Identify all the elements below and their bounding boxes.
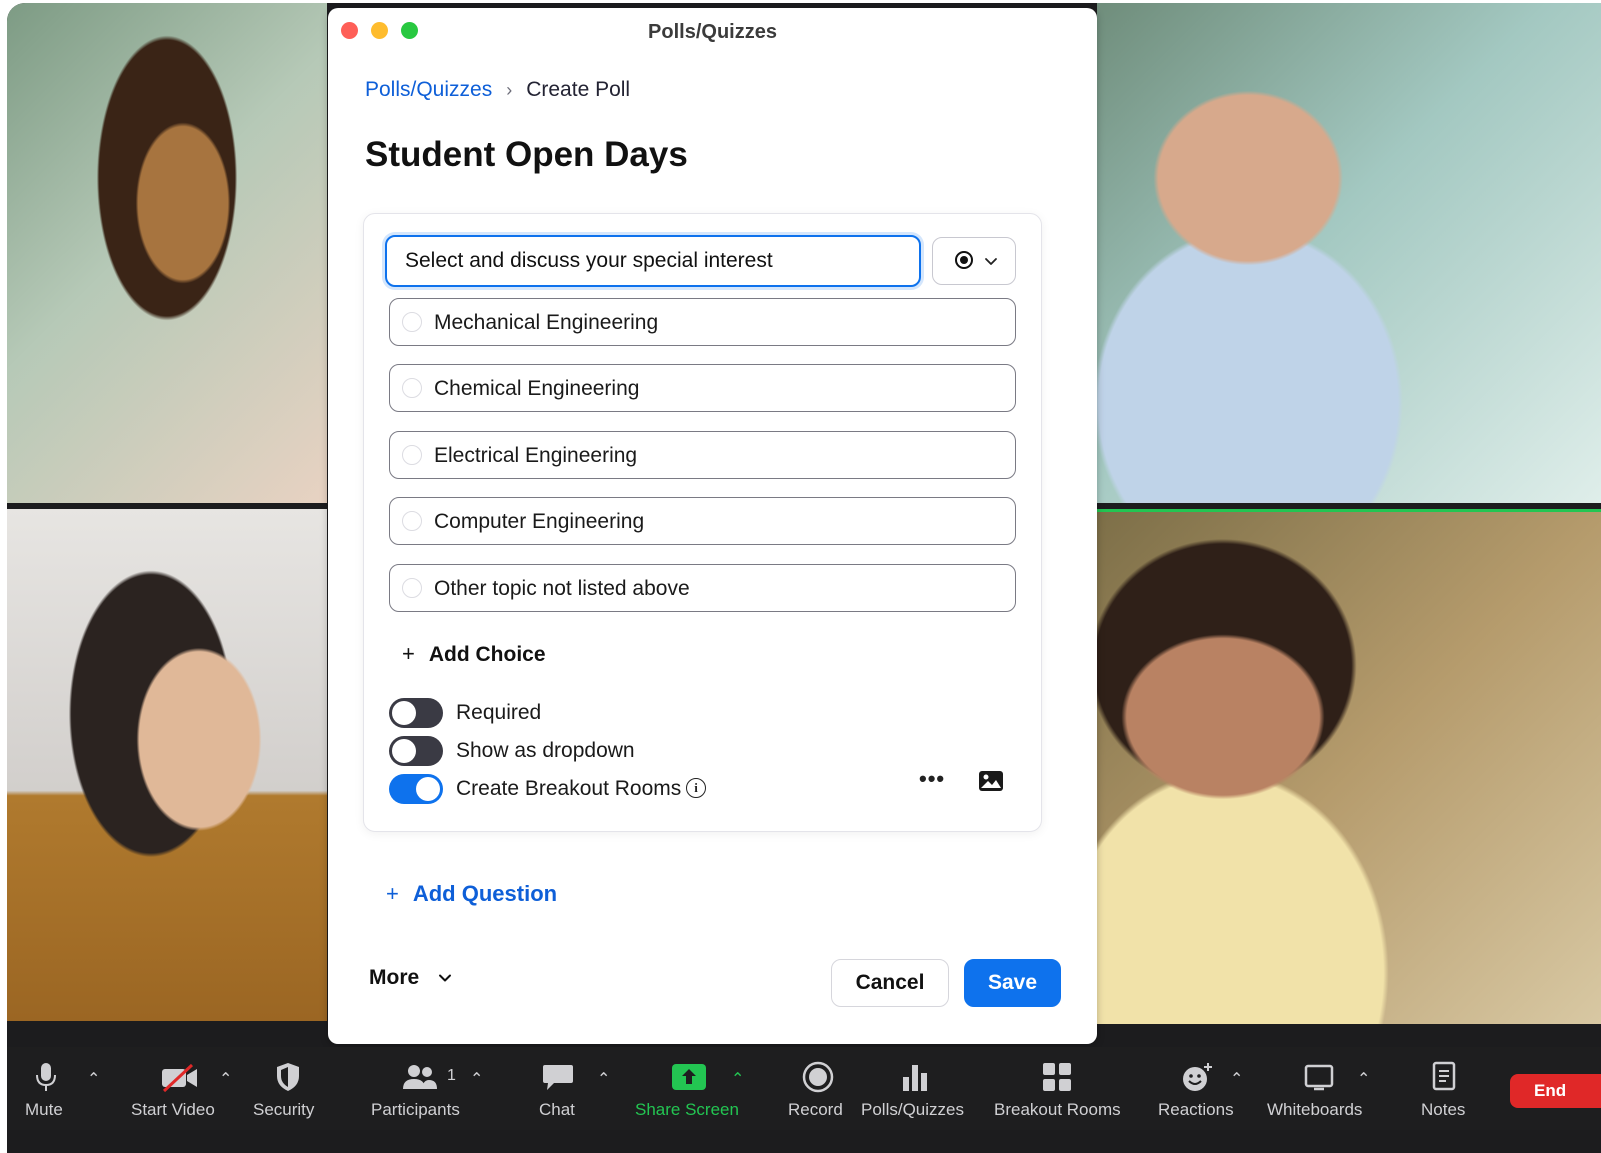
share-options-caret-icon[interactable]: ⌃ <box>731 1069 744 1089</box>
bar-chart-icon <box>903 1065 927 1091</box>
show-as-dropdown-toggle[interactable] <box>389 736 443 766</box>
record-button[interactable]: Record <box>777 1047 857 1130</box>
more-label: More <box>369 966 420 989</box>
whiteboard-icon <box>1304 1064 1334 1091</box>
record-label: Record <box>788 1100 843 1119</box>
info-icon[interactable]: i <box>686 778 706 798</box>
radio-icon <box>402 312 422 332</box>
chevron-down-icon <box>439 974 452 982</box>
share-screen-label: Share Screen <box>635 1100 739 1119</box>
video-gallery: Polls/Quizzes Polls/Quizzes › Create Poll … <box>7 3 1601 1153</box>
notes-button[interactable]: Notes <box>1407 1047 1482 1130</box>
plus-icon: + <box>386 881 399 906</box>
audio-options-caret-icon[interactable]: ⌃ <box>87 1069 100 1089</box>
record-icon <box>802 1061 834 1093</box>
question-card: Select and discuss your special interest… <box>363 213 1042 832</box>
video-off-icon <box>162 1063 197 1093</box>
breadcrumb: Polls/Quizzes › Create Poll <box>365 78 630 102</box>
start-video-label: Start Video <box>131 1100 215 1119</box>
choice-label: Mechanical Engineering <box>434 311 659 334</box>
microphone-icon <box>36 1063 56 1091</box>
breadcrumb-polls-link[interactable]: Polls/Quizzes <box>365 78 492 101</box>
participant-video-tile[interactable] <box>1097 3 1601 503</box>
mute-label: Mute <box>25 1100 63 1119</box>
share-screen-icon <box>672 1064 706 1090</box>
create-breakout-rooms-toggle[interactable] <box>389 774 443 804</box>
add-question-label: Add Question <box>412 881 558 906</box>
choice-label: Other topic not listed above <box>434 577 690 600</box>
chat-bubble-icon <box>543 1065 573 1090</box>
reactions-button[interactable]: Reactions <box>1152 1047 1242 1130</box>
window-title: Polls/Quizzes <box>648 21 777 43</box>
choice-field[interactable]: Electrical Engineering <box>389 431 1016 479</box>
window-titlebar: Polls/Quizzes <box>328 8 1097 52</box>
question-input[interactable]: Select and discuss your special interest <box>385 235 921 287</box>
chat-button[interactable]: Chat <box>517 1047 597 1130</box>
participant-video-tile[interactable] <box>7 509 327 1021</box>
whiteboards-options-caret-icon[interactable]: ⌃ <box>1357 1069 1370 1089</box>
choice-field[interactable]: Computer Engineering <box>389 497 1016 545</box>
end-meeting-button[interactable]: End <box>1510 1074 1601 1108</box>
active-speaker-video-tile[interactable] <box>1097 509 1601 1024</box>
whiteboards-label: Whiteboards <box>1267 1100 1363 1119</box>
participants-count: 1 <box>447 1067 456 1084</box>
breakout-rooms-label: Breakout Rooms <box>994 1100 1121 1119</box>
single-choice-icon <box>955 251 973 269</box>
participants-label: Participants <box>371 1100 460 1119</box>
chevron-down-icon <box>985 258 997 265</box>
more-menu-button[interactable]: More <box>369 966 453 990</box>
image-icon[interactable] <box>978 770 1004 792</box>
radio-icon <box>402 445 422 465</box>
add-question-button[interactable]: + Add Question <box>386 881 557 907</box>
reactions-icon <box>1183 1063 1212 1091</box>
choice-label: Chemical Engineering <box>434 377 640 400</box>
radio-icon <box>402 378 422 398</box>
radio-icon <box>402 511 422 531</box>
show-as-dropdown-label: Show as dropdown <box>456 739 635 762</box>
participants-icon <box>403 1065 437 1089</box>
cancel-button[interactable]: Cancel <box>831 959 949 1007</box>
breakout-rooms-button[interactable]: Breakout Rooms <box>987 1047 1127 1130</box>
security-button[interactable]: Security <box>247 1047 327 1130</box>
participants-options-caret-icon[interactable]: ⌃ <box>470 1069 483 1089</box>
notes-icon <box>1432 1061 1456 1091</box>
breadcrumb-current: Create Poll <box>526 78 631 101</box>
chat-label: Chat <box>539 1100 575 1119</box>
chat-options-caret-icon[interactable]: ⌃ <box>597 1069 610 1089</box>
meeting-toolbar: Mute ⌃ Start Video ⌃ Security 1 Particip… <box>7 1047 1601 1130</box>
participants-button[interactable]: 1 Participants <box>362 1047 477 1130</box>
choice-label: Electrical Engineering <box>434 444 638 467</box>
create-breakout-rooms-label: Create Breakout Rooms <box>456 777 682 800</box>
reactions-options-caret-icon[interactable]: ⌃ <box>1230 1069 1243 1089</box>
add-choice-button[interactable]: + Add Choice <box>402 641 546 667</box>
poll-title: Student Open Days <box>365 135 688 174</box>
required-toggle[interactable] <box>389 698 443 728</box>
share-screen-button[interactable]: Share Screen <box>627 1047 747 1130</box>
polls-dialog: Polls/Quizzes Polls/Quizzes › Create Poll … <box>328 8 1097 1044</box>
required-label: Required <box>456 701 542 724</box>
participant-video-tile[interactable] <box>7 3 327 503</box>
security-label: Security <box>253 1100 315 1119</box>
video-options-caret-icon[interactable]: ⌃ <box>219 1069 232 1089</box>
breakout-rooms-icon <box>1043 1063 1071 1091</box>
polls-quizzes-label: Polls/Quizzes <box>861 1100 964 1119</box>
polls-quizzes-button[interactable]: Polls/Quizzes <box>855 1047 973 1130</box>
mute-button[interactable]: Mute <box>7 1047 87 1130</box>
reactions-label: Reactions <box>1158 1100 1234 1119</box>
shield-icon <box>277 1063 299 1091</box>
choice-field[interactable]: Other topic not listed above <box>389 564 1016 612</box>
radio-icon <box>402 578 422 598</box>
choice-label: Computer Engineering <box>434 510 645 533</box>
question-type-dropdown[interactable] <box>932 237 1016 285</box>
add-choice-label: Add Choice <box>428 643 546 666</box>
choice-field[interactable]: Mechanical Engineering <box>389 298 1016 346</box>
plus-icon: + <box>402 641 415 666</box>
chevron-right-icon: › <box>506 80 513 100</box>
save-button[interactable]: Save <box>964 959 1061 1007</box>
more-options-icon[interactable]: ••• <box>919 766 945 792</box>
choice-field[interactable]: Chemical Engineering <box>389 364 1016 412</box>
notes-label: Notes <box>1421 1100 1466 1119</box>
